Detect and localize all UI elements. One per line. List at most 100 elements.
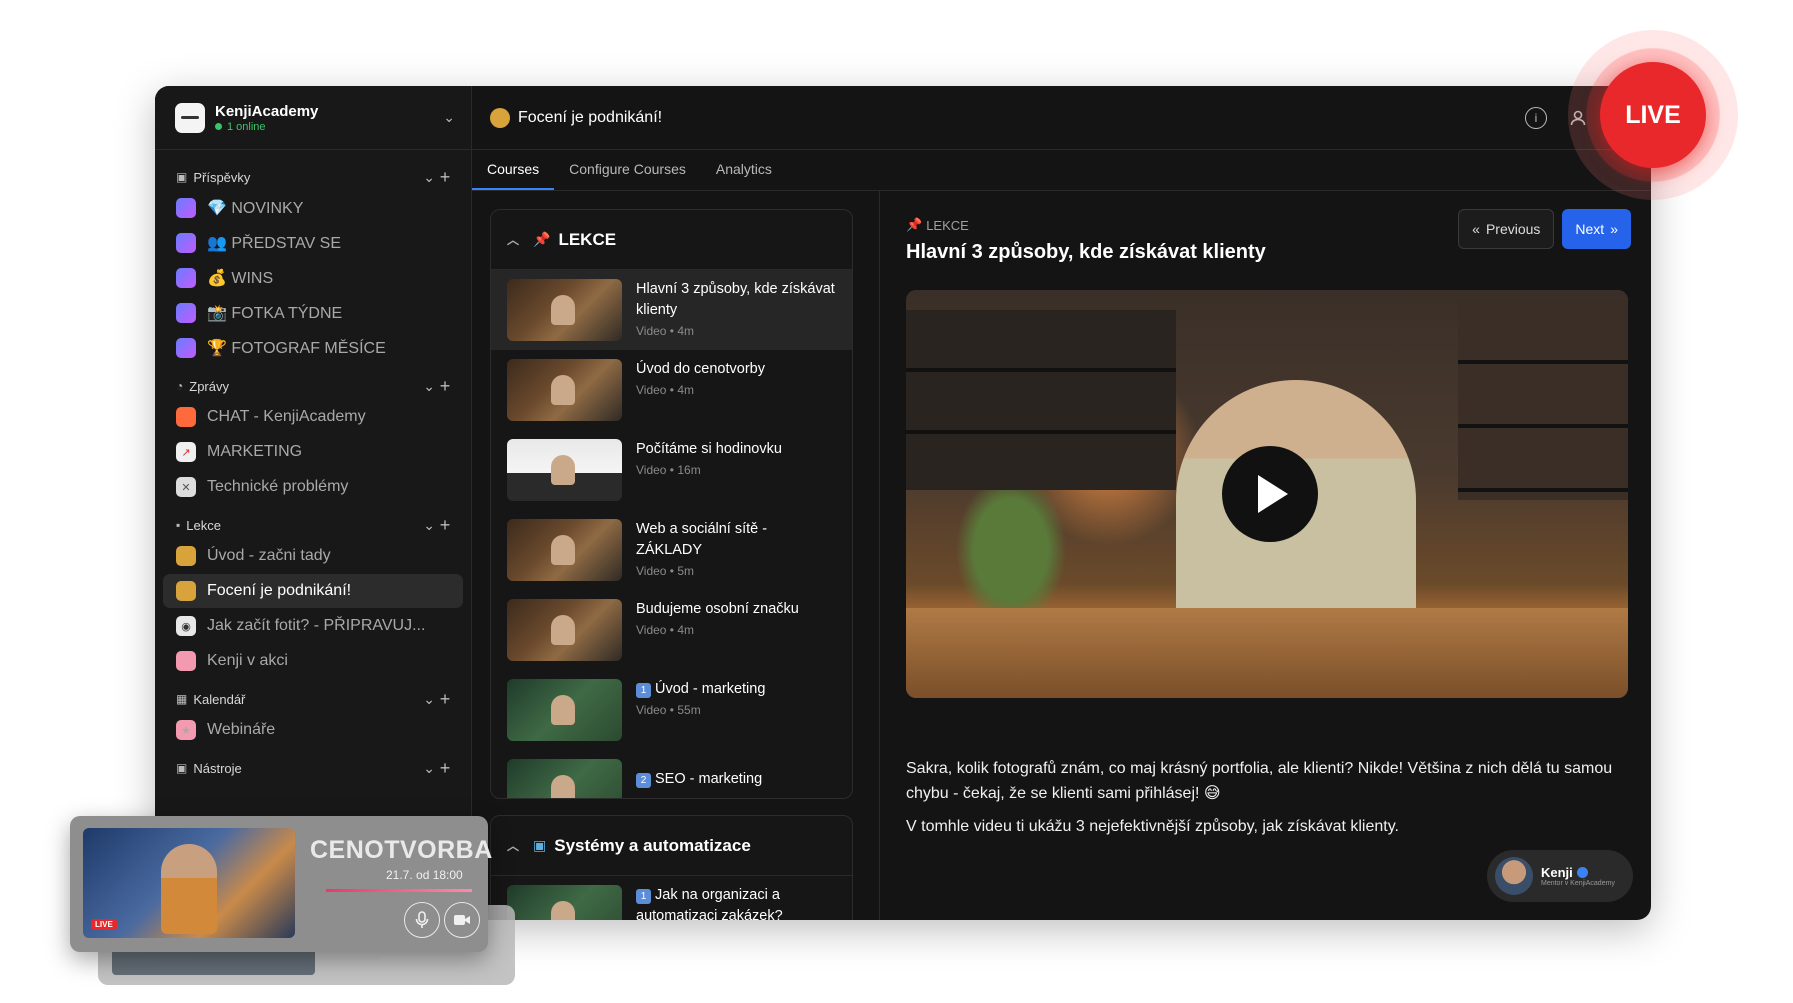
tools-icon: ✕ <box>176 477 196 497</box>
lesson-list-column: ︿ 📌 LEKCE Hlavní 3 způsoby, kde získávat… <box>472 191 880 920</box>
lesson-item[interactable]: 1 Úvod - marketing Video • 55m <box>491 670 852 750</box>
sidebar-item-label: 👥 PŘEDSTAV SE <box>207 235 342 252</box>
section-lekce[interactable]: ▪ Lekce ⌄ + <box>163 512 463 538</box>
chevron-down-icon[interactable]: ⌄ <box>443 109 455 126</box>
lesson-thumbnail <box>507 679 622 741</box>
sidebar-item-label: 💰 WINS <box>207 270 274 287</box>
lesson-meta: Video • 55m <box>636 703 701 717</box>
chevron-down-icon[interactable]: ⌄ <box>423 378 435 395</box>
lesson-item[interactable]: Web a sociální sítě - ZÁKLADY Video • 5m <box>491 510 852 590</box>
sidebar-item-predstav-se[interactable]: 👥 PŘEDSTAV SE <box>163 226 463 260</box>
sidebar-item-label: 💎 NOVINKY <box>207 200 304 217</box>
systems-section-header[interactable]: ︿ ▣ Systémy a automatizace <box>491 816 852 876</box>
workspace-logo <box>175 102 205 133</box>
section-nastroje[interactable]: ▣ Nástroje ⌄ + <box>163 755 463 781</box>
next-label: Next <box>1575 221 1605 237</box>
sidebar: KenjiAcademy 1 online ⌄ ▣ Příspěvky ⌄ + … <box>155 86 472 920</box>
sidebar-item-label: 🏆 FOTOGRAF MĚSÍCE <box>207 340 386 357</box>
chevron-down-icon[interactable]: ⌄ <box>423 760 435 777</box>
lesson-item[interactable]: Budujeme osobní značku Video • 4m <box>491 590 852 670</box>
lesson-title: Hlavní 3 způsoby, kde získávat klienty <box>636 281 835 318</box>
sidebar-item-jak-zacit-fotit[interactable]: ◉ Jak začít fotit? - PŘIPRAVUJ... <box>163 609 463 643</box>
tab-configure-courses[interactable]: Configure Courses <box>554 161 701 190</box>
online-count: 1 online <box>227 120 266 133</box>
workspace-switcher[interactable]: KenjiAcademy 1 online ⌄ <box>155 86 471 150</box>
tab-analytics[interactable]: Analytics <box>701 161 787 190</box>
chart-trend-icon: ↗ <box>176 442 196 462</box>
number-1-icon: 1 <box>636 889 651 904</box>
tab-courses[interactable]: Courses <box>472 161 555 190</box>
add-icon[interactable]: + <box>435 515 455 536</box>
lesson-item[interactable]: Úvod do cenotvorby Video • 4m <box>491 350 852 430</box>
sidebar-item-label: MARKETING <box>207 443 303 460</box>
sidebar-item-foceni-je-podnikani[interactable]: Focení je podnikání! <box>163 574 463 608</box>
add-icon[interactable]: + <box>435 376 455 397</box>
webinar-divider <box>326 889 472 892</box>
video-player[interactable] <box>906 290 1628 698</box>
author-chip[interactable]: Kenji Mentor v KenjiAcademy <box>1487 850 1633 902</box>
microphone-icon[interactable] <box>404 902 440 938</box>
sidebar-item-label: 📸 FOTKA TÝDNE <box>207 305 343 322</box>
toolbox-icon: ▣ <box>176 761 188 775</box>
sidebar-item-technicke-problemy[interactable]: ✕ Technické problémy <box>163 470 463 504</box>
space-icon <box>176 198 196 218</box>
play-icon[interactable] <box>1222 446 1318 542</box>
space-icon <box>176 268 196 288</box>
lesson-meta: Video • 4m <box>636 383 695 397</box>
webinar-widget[interactable]: LIVE CENOTVORBA 21.7. od 18:00 <box>70 816 492 952</box>
add-icon[interactable]: + <box>435 167 455 188</box>
section-kalendar[interactable]: ▦ Kalendář ⌄ + <box>163 686 463 712</box>
main-area: Focení je podnikání! i Courses Configure… <box>472 86 1651 920</box>
pushpin-icon: 📌 <box>533 231 551 247</box>
camera-icon: ◉ <box>176 616 196 636</box>
chevron-down-icon[interactable]: ⌄ <box>423 169 435 186</box>
sidebar-item-label: Focení je podnikání! <box>207 582 352 599</box>
add-icon[interactable]: + <box>435 758 455 779</box>
lesson-thumbnail <box>507 359 622 421</box>
chevron-down-icon[interactable]: ⌄ <box>423 517 435 534</box>
space-icon <box>176 338 196 358</box>
money-bag-icon <box>176 581 196 601</box>
camera-icon[interactable] <box>444 902 480 938</box>
sidebar-item-label: Kenji v akci <box>207 652 288 669</box>
section-prispevky[interactable]: ▣ Příspěvky ⌄ + <box>163 164 463 190</box>
chevron-down-icon[interactable]: ⌄ <box>423 691 435 708</box>
video-frame-shelf <box>1458 300 1628 500</box>
lesson-meta: Video • 5m <box>636 564 695 578</box>
webinar-title: CENOTVORBA <box>310 836 493 864</box>
sidebar-item-novinky[interactable]: 💎 NOVINKY <box>163 191 463 225</box>
section-zpravy[interactable]: ◔ Zprávy ⌄ + <box>163 373 463 399</box>
sidebar-item-marketing[interactable]: ↗ MARKETING <box>163 435 463 469</box>
robot-icon: ▣ <box>533 837 547 853</box>
sidebar-item-fotograf-mesice[interactable]: 🏆 FOTOGRAF MĚSÍCE <box>163 331 463 365</box>
systems-section-title: Systémy a automatizace <box>554 835 751 855</box>
lesson-section-header[interactable]: ︿ 📌 LEKCE <box>491 210 852 270</box>
lesson-item[interactable]: Počítáme si hodinovku Video • 16m <box>491 430 852 510</box>
section-label: Lekce <box>186 517 221 533</box>
sidebar-item-uvod[interactable]: Úvod - začni tady <box>163 539 463 573</box>
sidebar-item-chat[interactable]: CHAT - KenjiAcademy <box>163 400 463 434</box>
sidebar-item-kenji-v-akci[interactable]: Kenji v akci <box>163 644 463 678</box>
burger-icon <box>176 651 196 671</box>
chevron-up-icon[interactable]: ︿ <box>507 231 519 248</box>
sidebar-item-webinare[interactable]: ★ Webináře <box>163 713 463 747</box>
lesson-section-title: LEKCE <box>558 229 617 249</box>
chevron-up-icon[interactable]: ︿ <box>507 837 519 854</box>
chat-bubble-icon: ◔ <box>176 379 184 393</box>
next-button[interactable]: Next » <box>1562 209 1631 249</box>
lesson-thumbnail <box>507 759 622 798</box>
sidebar-item-wins[interactable]: 💰 WINS <box>163 261 463 295</box>
lesson-item[interactable]: Hlavní 3 způsoby, kde získávat klienty Vi… <box>491 270 852 350</box>
book-icon <box>176 546 196 566</box>
info-icon[interactable]: i <box>1525 106 1547 129</box>
add-icon[interactable]: + <box>435 689 455 710</box>
lesson-thumbnail <box>507 599 622 661</box>
pushpin-icon: 📌 <box>906 217 923 232</box>
lesson-item[interactable]: 1 Jak na organizaci a automatizaci zakáze… <box>491 876 852 920</box>
sidebar-item-label: Úvod - začni tady <box>207 547 331 564</box>
previous-button[interactable]: « Previous <box>1458 209 1555 249</box>
number-1-icon: 1 <box>636 683 651 698</box>
calendar-icon: ▦ <box>176 692 188 706</box>
sidebar-item-fotka-tydne[interactable]: 📸 FOTKA TÝDNE <box>163 296 463 330</box>
lesson-item[interactable]: 2 SEO - marketing <box>491 750 852 798</box>
